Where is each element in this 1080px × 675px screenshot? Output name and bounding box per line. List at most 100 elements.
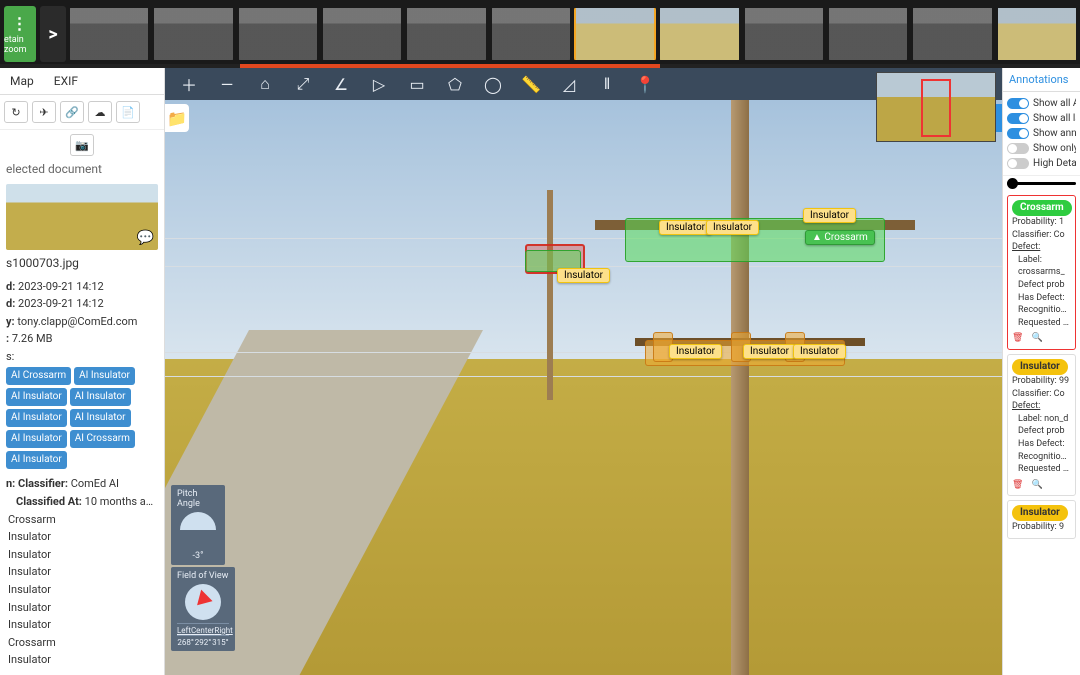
thumbnail[interactable] — [239, 8, 317, 60]
ai-tag[interactable]: AI Insulator — [6, 388, 67, 406]
thumbnail[interactable] — [829, 8, 907, 60]
ai-tag[interactable]: AI Insulator — [6, 430, 67, 448]
ai-tag[interactable]: AI Insulator — [6, 409, 67, 427]
left-action-icon[interactable]: ↻ — [4, 101, 28, 123]
annotation-label[interactable]: Insulator — [659, 220, 712, 235]
tab-r[interactable]: R — [1074, 68, 1080, 91]
fov-right-val: 315° — [212, 638, 229, 647]
ai-tag[interactable]: AI Crossarm — [70, 430, 135, 448]
expand-tool-icon[interactable]: ⤢ — [293, 74, 313, 94]
toggle-icon[interactable] — [1007, 158, 1029, 169]
zoom-icon[interactable]: 🔍 — [1031, 332, 1042, 345]
thumbnail-strip: ⋮ etain zoom > — [0, 0, 1080, 64]
trash-icon[interactable]: 🗑 — [1012, 479, 1023, 492]
toggle-icon[interactable] — [1007, 128, 1029, 139]
annotation-label[interactable]: Insulator — [557, 268, 610, 283]
ai-tag[interactable]: AI Insulator — [6, 451, 67, 469]
left-action-icon[interactable]: ☁ — [88, 101, 112, 123]
annotation-label[interactable]: Insulator — [743, 344, 796, 359]
toggle-label: High Detai — [1033, 158, 1076, 169]
scene: InsulatorInsulatorInsulator▲ CrossarmIns… — [165, 100, 1002, 675]
pitch-title: Pitch Angle — [177, 489, 219, 509]
annotation-label[interactable]: Insulator — [793, 344, 846, 359]
compass-tool-icon[interactable]: ◯ — [483, 74, 503, 94]
annotation-card[interactable]: InsulatorProbability: 9 — [1007, 500, 1076, 539]
thumbnail[interactable] — [998, 8, 1076, 60]
folder-tab-button[interactable]: 📁 — [165, 104, 189, 132]
visibility-toggle-row[interactable]: High Detai — [1007, 156, 1076, 171]
toggle-icon[interactable] — [1007, 143, 1029, 154]
annotation-label[interactable]: Insulator — [669, 344, 722, 359]
fov-title: Field of View — [177, 571, 229, 581]
toggle-icon[interactable] — [1007, 98, 1029, 109]
thumbnail[interactable] — [492, 8, 570, 60]
image-canvas[interactable]: ＋—⌂⤢∠▷▭⬠◯📏◿‖📍 📁 ☰ InsulatorInsulatorInsu… — [165, 68, 1002, 675]
arrow-tool-icon[interactable]: ▷ — [369, 74, 389, 94]
pin-tool-icon[interactable]: 📍 — [635, 74, 655, 94]
tab-annotations[interactable]: Annotations — [1003, 68, 1074, 91]
annotation-card[interactable]: CrossarmProbability: 1Classifier: CoDefe… — [1007, 195, 1076, 350]
fov-gauge-icon — [185, 584, 221, 620]
fov-center-val: 292° — [194, 638, 211, 647]
toggle-icon[interactable] — [1007, 113, 1029, 124]
thumbnail[interactable] — [407, 8, 485, 60]
zoom-icon[interactable]: 🔍 — [1031, 479, 1042, 492]
poly-tool-icon[interactable]: ⬠ — [445, 74, 465, 94]
thumbnail[interactable] — [913, 8, 991, 60]
visibility-toggle-row[interactable]: Show anno — [1007, 126, 1076, 141]
caliper-tool-icon[interactable]: ‖ — [597, 74, 617, 94]
left-action-icon[interactable]: ✈ — [32, 101, 56, 123]
document-preview[interactable] — [6, 184, 158, 250]
left-action-icon[interactable]: 📄 — [116, 101, 140, 123]
next-arrow-button[interactable]: > — [40, 6, 66, 62]
visibility-toggle-row[interactable]: Show all A — [1007, 96, 1076, 111]
toggle-label: Show anno — [1033, 128, 1076, 139]
thumbnail[interactable] — [745, 8, 823, 60]
angle-tool-icon[interactable]: ∠ — [331, 74, 351, 94]
classification-item: Insulator — [6, 546, 158, 564]
retain-zoom-chip[interactable]: ⋮ etain zoom — [4, 6, 36, 62]
thumbnail[interactable] — [323, 8, 401, 60]
home-tool-icon[interactable]: ⌂ — [255, 74, 275, 94]
annotation-label[interactable]: Insulator — [803, 208, 856, 223]
annotation-label[interactable]: ▲ Crossarm — [805, 230, 875, 245]
ai-tag[interactable]: AI Crossarm — [6, 367, 71, 385]
ruler-tool-icon[interactable]: 📏 — [521, 74, 541, 94]
thumbnail[interactable] — [70, 8, 148, 60]
classification-item: Insulator — [6, 599, 158, 617]
fov-card: Field of View Left Center Right 268° 292… — [171, 567, 235, 651]
confidence-slider[interactable] — [1003, 176, 1080, 191]
document-name: s1000703.jpg — [6, 254, 158, 277]
minimap[interactable] — [876, 72, 996, 142]
ai-tag[interactable]: AI Insulator — [70, 388, 131, 406]
annotation-label[interactable]: Insulator — [706, 220, 759, 235]
classified-at-val: 10 months ago — [85, 495, 158, 508]
retain-zoom-label: etain zoom — [4, 35, 36, 55]
pitch-gauge-icon — [180, 512, 216, 548]
ai-tag[interactable]: AI Insulator — [74, 367, 135, 385]
selected-document-title: elected document — [0, 156, 164, 180]
visibility-toggle-row[interactable]: Show only — [1007, 141, 1076, 156]
left-panel: Map EXIF ↻✈🔗☁📄 📷 elected document s100070… — [0, 68, 165, 675]
camera-icon[interactable]: 📷 — [70, 134, 94, 156]
classification-item: Insulator — [6, 651, 158, 669]
thumbnail[interactable] — [660, 8, 738, 60]
ai-tag[interactable]: AI Insulator — [70, 409, 131, 427]
left-action-icon[interactable]: 🔗 — [60, 101, 84, 123]
add-tool-icon[interactable]: ＋ — [179, 74, 199, 94]
toggle-label: Show only — [1033, 143, 1076, 154]
classification-item: Insulator — [6, 528, 158, 546]
classifier-key: Classifier: — [18, 477, 68, 490]
visibility-toggle-row[interactable]: Show all la — [1007, 111, 1076, 126]
rect-tool-icon[interactable]: ▭ — [407, 74, 427, 94]
annotation-card[interactable]: InsulatorProbability: 99Classifier: CoDe… — [1007, 354, 1076, 496]
thumbnail[interactable] — [576, 8, 654, 60]
classifier-val: ComEd AI — [71, 477, 119, 490]
sub-tool-icon[interactable]: — — [217, 74, 237, 94]
tab-map[interactable]: Map — [0, 68, 44, 94]
thumbnail[interactable] — [154, 8, 232, 60]
protractor-tool-icon[interactable]: ◿ — [559, 74, 579, 94]
trash-icon[interactable]: 🗑 — [1012, 332, 1023, 345]
tab-exif[interactable]: EXIF — [44, 68, 88, 94]
meta-row: y: tony.clapp@ComEd.com — [6, 313, 158, 331]
